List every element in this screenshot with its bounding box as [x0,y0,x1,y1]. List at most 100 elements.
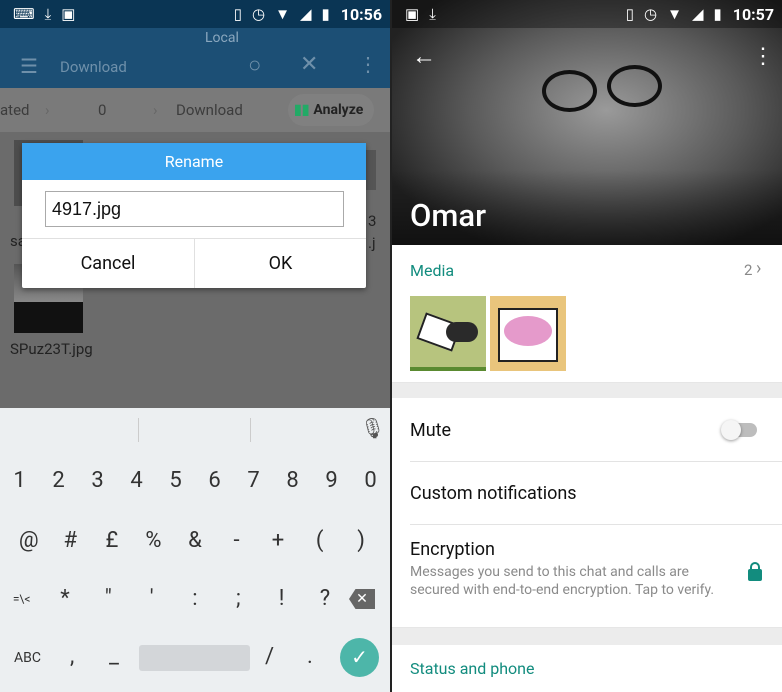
key[interactable]: 9 [312,468,351,493]
media-count[interactable]: 2 [744,261,752,279]
key[interactable]: 6 [195,468,234,493]
keyboard-row-numbers: 1234567890 [0,468,390,493]
space-bar[interactable] [139,645,250,671]
status-bar: ⌨ ⤓ ▣ ▯ ◷ ▼ ◢ ▮ 10:56 [0,0,390,28]
key[interactable]: £ [92,528,131,553]
encryption-row[interactable]: Encryption Messages you send to this cha… [392,525,782,628]
key[interactable]: + [259,528,298,553]
media-thumbnail[interactable] [410,296,486,371]
bar-chart-icon: ▮▮ [294,102,310,118]
keyboard-row-symbols-2: =\< * " ':;!? [0,586,390,611]
download-icon: ⤓ [429,5,436,23]
more-icon[interactable]: ⋮ [752,44,774,69]
signal-icon: ◢ [691,5,704,23]
signal-icon: ◢ [299,5,312,23]
divider [250,418,251,442]
abc-key[interactable]: ABC [14,650,41,666]
microphone-icon[interactable]: 🎙 [360,416,385,440]
more-icon[interactable]: ⋮ [358,52,378,76]
custom-notifications-label: Custom notifications [410,483,577,504]
key[interactable]: 5 [156,468,195,493]
keyboard-icon: ⌨ [13,5,35,23]
key[interactable]: ! [262,586,301,611]
dialog-title: Rename [22,143,366,180]
alarm-icon: ◷ [644,5,658,23]
key[interactable]: - [217,528,256,553]
key[interactable]: ? [305,586,344,611]
image-icon: ▣ [61,5,76,23]
key[interactable]: . [307,644,313,669]
ok-button[interactable]: OK [195,239,366,288]
mute-toggle[interactable] [721,420,757,440]
file-manager-screen: ⌨ ⤓ ▣ ▯ ◷ ▼ ◢ ▮ 10:56 Local ☰ Download ○… [0,0,390,692]
key[interactable]: # [51,528,90,553]
back-arrow-icon[interactable]: ← [412,42,436,71]
key[interactable]: / [265,644,274,669]
menu-icon[interactable]: ☰ [20,54,38,78]
cancel-button[interactable]: Cancel [22,239,194,288]
close-icon[interactable]: ✕ [300,52,318,77]
key[interactable]: 7 [234,468,273,493]
vibrate-icon: ▯ [625,5,634,23]
key[interactable]: ' [132,586,171,611]
key[interactable]: _ [109,644,119,669]
media-thumbnail[interactable] [490,296,566,371]
media-label[interactable]: Media [410,261,454,280]
key[interactable]: & [175,528,214,553]
custom-notifications-row[interactable]: Custom notifications [392,462,782,525]
contact-name: Omar [410,197,487,234]
battery-icon: ▮ [713,5,722,23]
key[interactable]: 0 [351,468,390,493]
key[interactable]: ( [300,528,339,553]
clock: 10:56 [340,4,382,24]
filename-input[interactable] [45,191,344,227]
key[interactable]: % [134,528,173,553]
toggle-thumb [721,420,741,440]
wifi-icon: ▼ [667,5,682,23]
search-icon[interactable]: ○ [248,52,261,78]
chevron-right-icon[interactable]: › [756,258,761,279]
breadcrumb-item[interactable]: Download [176,101,243,119]
analyze-label: Analyze [313,102,364,118]
analyze-button[interactable]: ▮▮ Analyze [288,94,374,126]
glasses [607,65,662,107]
keyboard: 🎙 1234567890 @ # £% & - +() =\< * " ':;!? ✕ ABC … [0,408,390,692]
thumbnail-art [446,322,478,342]
glasses [542,70,597,112]
rename-dialog: Rename Cancel OK [22,143,366,288]
key[interactable]: " [89,586,128,611]
key[interactable]: 8 [273,468,312,493]
key[interactable]: ) [342,528,381,553]
breadcrumb: ated › 0 › Download ▮▮ Analyze [0,88,390,132]
vibrate-icon: ▯ [233,5,242,23]
encryption-description: Messages you send to this chat and calls… [410,564,715,598]
key[interactable]: : [175,586,214,611]
key[interactable]: ; [219,586,258,611]
key[interactable]: , [70,644,74,669]
status-phone-label: Status and phone [410,659,535,678]
breadcrumb-item[interactable]: ated [0,101,29,119]
section-gap [392,628,782,645]
key[interactable]: 4 [117,468,156,493]
key[interactable]: 3 [78,468,117,493]
location-label[interactable]: Local [205,30,239,46]
key[interactable]: =\< [2,592,41,606]
key[interactable]: 2 [39,468,78,493]
battery-icon: ▮ [321,5,330,23]
key[interactable]: @ [9,528,48,553]
thumbnail-art [504,316,552,346]
app-bar-title: Download [60,58,127,76]
download-icon: ⤓ [44,5,52,23]
wifi-icon: ▼ [275,5,290,23]
key[interactable]: 1 [0,468,39,493]
status-bar: ▣ ⤓ ▯ ◷ ▼ ◢ ▮ 10:57 [392,0,782,28]
key[interactable]: * [45,586,84,611]
clock: 10:57 [732,4,774,24]
enter-check-button[interactable]: ✓ [340,638,379,677]
mute-row[interactable]: Mute [392,398,782,462]
divider [138,418,139,442]
breadcrumb-item[interactable]: 0 [98,101,106,119]
contact-info-screen: ▣ ⤓ ▯ ◷ ▼ ◢ ▮ 10:57 ← ⋮ Omar Media 2 › M… [392,0,782,692]
lock-icon [748,562,762,581]
file-name: 3 .j [368,212,377,252]
